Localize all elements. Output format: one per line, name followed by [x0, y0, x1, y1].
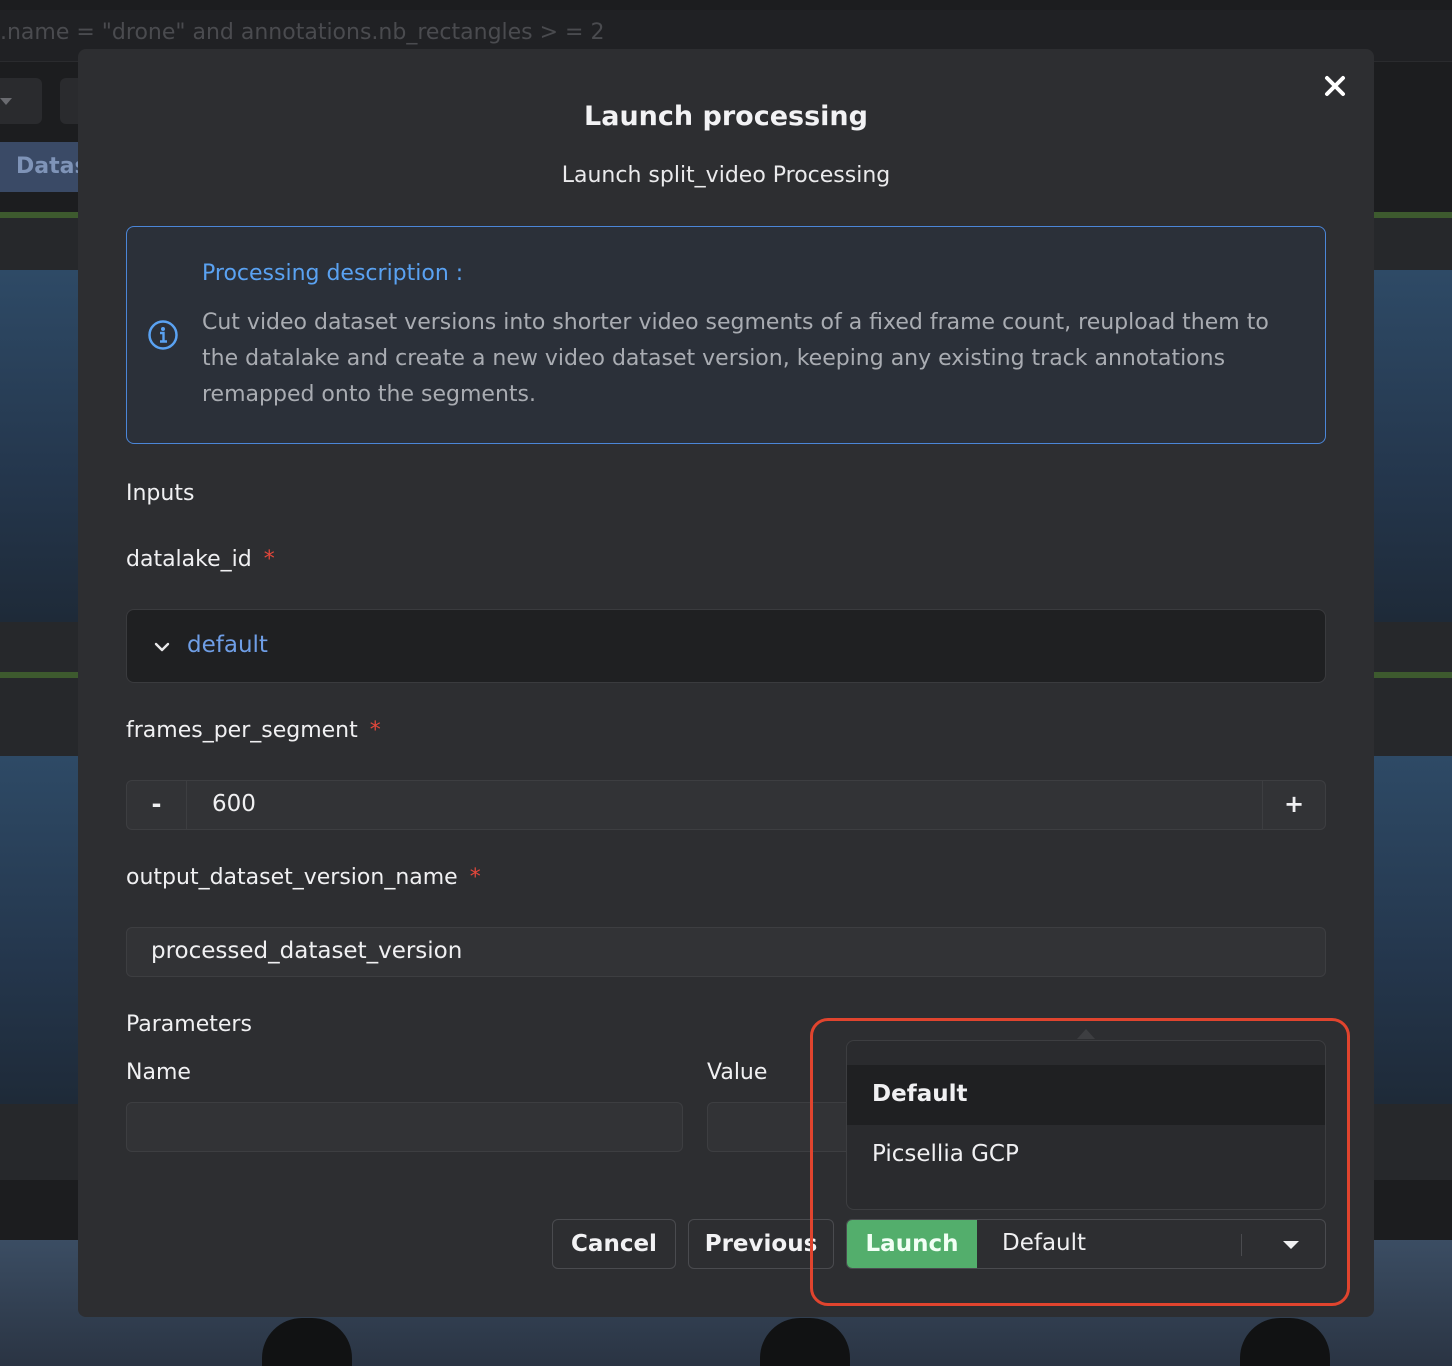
dropdown-arrow [1077, 1029, 1095, 1039]
parameters-heading: Parameters [126, 1012, 252, 1037]
dropdown-option-picsellia-gcp[interactable]: Picsellia GCP [847, 1125, 1325, 1185]
datalake-id-value: default [187, 632, 268, 658]
frames-per-segment-stepper: - 600 + [126, 780, 1326, 830]
background-query-text: .name = "drone" and annotations.nb_recta… [0, 20, 605, 45]
launch-processing-modal: Launch processing Launch split_video Pro… [78, 49, 1374, 1317]
description-title: Processing description : [202, 261, 464, 286]
background-tab-label: Datas [16, 154, 88, 179]
parameter-name-label: Name [126, 1060, 191, 1085]
output-dataset-version-name-value: processed_dataset_version [151, 938, 463, 964]
datalake-id-label: datalake_id * [126, 547, 275, 572]
output-dataset-version-name-input[interactable]: processed_dataset_version [126, 927, 1326, 977]
previous-button[interactable]: Previous [688, 1219, 834, 1269]
required-mark: * [469, 865, 481, 890]
parameter-name-input[interactable] [126, 1102, 683, 1152]
frames-per-segment-label: frames_per_segment * [126, 718, 381, 743]
modal-title: Launch processing [584, 101, 868, 132]
parameter-value-label: Value [707, 1060, 768, 1085]
target-dropdown-menu: Default Picsellia GCP [846, 1040, 1326, 1210]
required-mark: * [369, 718, 381, 743]
select-divider [1241, 1234, 1242, 1256]
launch-button-group: Launch Default [846, 1219, 1326, 1269]
decrement-button[interactable]: - [127, 781, 187, 829]
caret-down-icon [1283, 1241, 1299, 1249]
dropdown-option-default[interactable]: Default [847, 1065, 1325, 1125]
cancel-button[interactable]: Cancel [552, 1219, 676, 1269]
launch-button[interactable]: Launch [847, 1220, 977, 1268]
close-button[interactable] [1322, 73, 1348, 99]
chevron-down-icon [154, 642, 170, 652]
output-dataset-version-name-label: output_dataset_version_name * [126, 865, 481, 890]
required-mark: * [263, 547, 275, 572]
frames-per-segment-input[interactable]: 600 [212, 791, 256, 817]
modal-subtitle: Launch split_video Processing [561, 163, 891, 188]
close-icon [1325, 76, 1345, 96]
increment-button[interactable]: + [1262, 781, 1325, 829]
inputs-heading: Inputs [126, 481, 195, 506]
launch-target-value: Default [1002, 1230, 1087, 1256]
description-text: Cut video dataset versions into shorter … [202, 310, 1269, 407]
parameter-value-input[interactable] [707, 1102, 867, 1152]
datalake-id-select[interactable]: default [126, 609, 1326, 683]
info-icon [148, 320, 178, 350]
processing-description-box: Processing description : Cut video datas… [126, 226, 1326, 444]
background-select [0, 78, 42, 124]
launch-target-select[interactable]: Default [977, 1220, 1325, 1268]
